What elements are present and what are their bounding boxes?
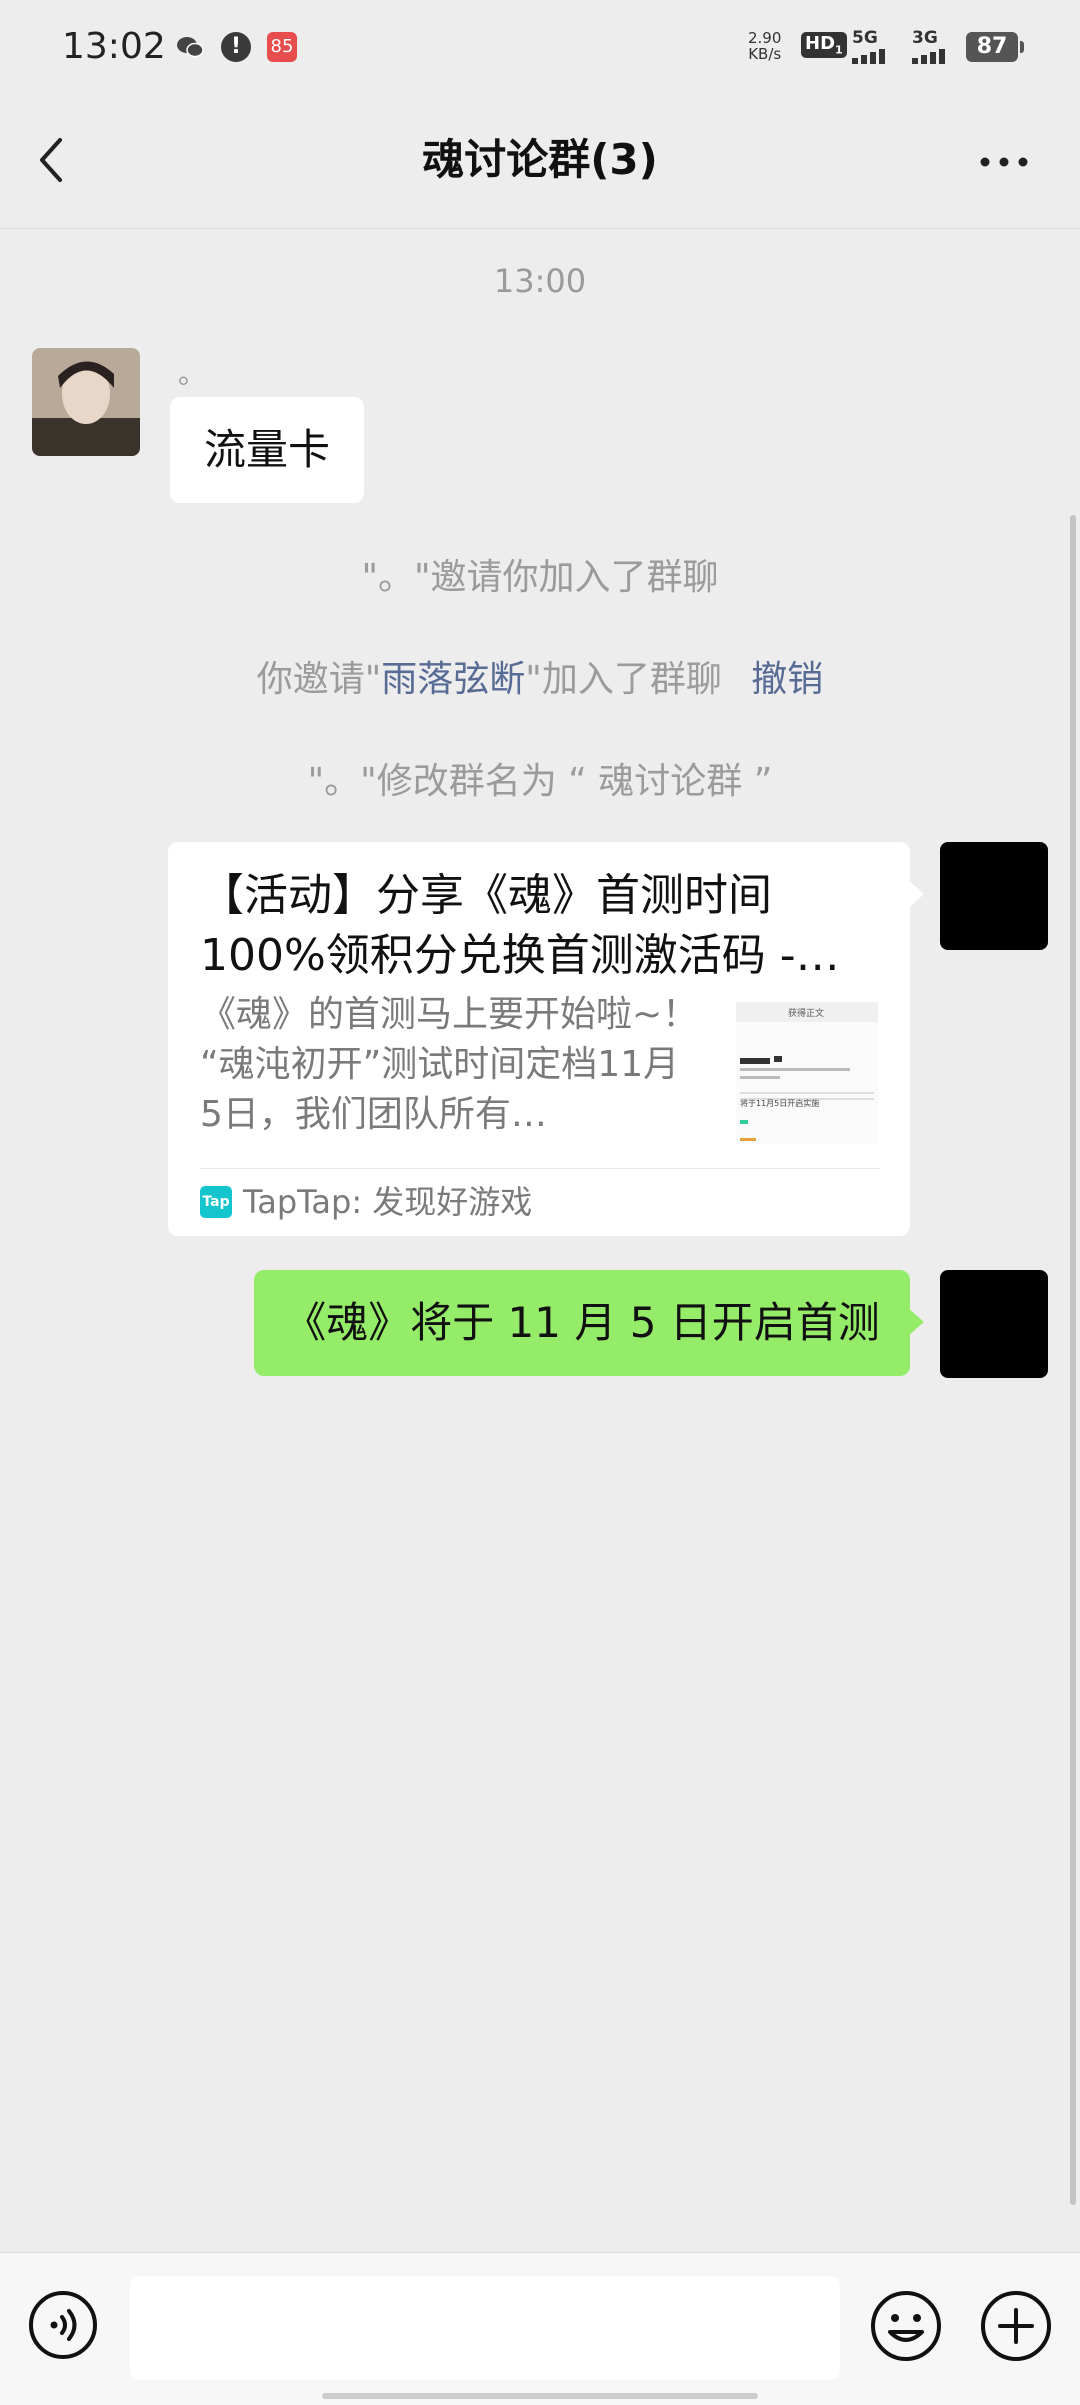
signal-5g-label: 5G — [852, 28, 878, 48]
emoji-icon — [871, 2291, 941, 2361]
emoji-button[interactable] — [870, 2290, 942, 2362]
chat-title: 魂讨论群(3) — [422, 135, 658, 184]
system-message-you-invited: 你邀请"雨落弦断"加入了群聊 撤销 — [0, 650, 1080, 702]
hd-label: HD — [805, 33, 836, 54]
card-bubble-arrow — [908, 880, 924, 908]
hd-sub: 1 — [835, 43, 843, 57]
wechat-notification-icon — [175, 32, 205, 62]
chat-scrollbar[interactable] — [1070, 515, 1076, 2205]
incoming-message-bubble[interactable]: 流量卡 — [170, 397, 365, 503]
home-indicator[interactable] — [322, 2393, 758, 2399]
invited-user-link[interactable]: 雨落弦断 — [381, 659, 525, 700]
network-speed: 2.90 KB/s — [748, 30, 781, 62]
app-notification-icon: 85 — [267, 32, 297, 62]
card-title: 【活动】分享《魂》首测时间100%领积分兑换首测激活码 -… — [200, 870, 840, 981]
more-options-button[interactable] — [975, 140, 1035, 180]
battery-icon: 87 — [966, 32, 1024, 62]
taptap-logo-icon: Tap — [200, 1186, 232, 1218]
thumbnail-title: 获得正文 — [788, 1009, 825, 1019]
my-avatar[interactable] — [940, 842, 1048, 950]
network-speed-value: 2.90 — [748, 29, 782, 47]
card-description: 《魂》的首测马上要开始啦~！ “魂沌初开”测试时间定档11月5日，我们团队所有… — [200, 994, 699, 1135]
message-timestamp: 13:00 — [493, 262, 587, 300]
system-text-prefix: 你邀请" — [256, 659, 382, 700]
thumbnail-preview-icon — [736, 1002, 878, 1144]
outgoing-bubble-arrow — [908, 1308, 924, 1336]
network-speed-unit: KB/s — [748, 45, 782, 63]
sender-name: 。 — [178, 357, 207, 390]
revoke-link[interactable]: 撤销 — [751, 659, 823, 700]
outgoing-message-bubble[interactable]: 《魂》将于 11 月 5 日开启首测 — [254, 1270, 910, 1376]
voice-icon — [29, 2291, 97, 2359]
system-message-rename: "。"修改群名为 “ 魂讨论群 ” — [307, 761, 773, 802]
card-thumbnail: 获得正文 将于11月5日开启实施 — [736, 1002, 878, 1144]
card-divider — [200, 1168, 880, 1169]
my-avatar-2[interactable] — [940, 1270, 1048, 1378]
signal-3g-label: 3G — [912, 28, 938, 48]
thumbnail-line: 将于11月5日开启实施 — [740, 1099, 820, 1108]
hd-voice-badge: HD1 — [801, 32, 847, 58]
avatar-photo-icon — [32, 348, 140, 456]
alert-icon: ! — [221, 32, 251, 62]
header-divider — [0, 228, 1080, 229]
plus-icon — [981, 2291, 1051, 2361]
sender-avatar[interactable] — [32, 348, 140, 456]
card-source: TapTap: 发现好游戏 — [243, 1183, 533, 1221]
signal-3g-icon: 3G — [912, 28, 945, 64]
signal-5g-icon: 5G — [852, 28, 885, 64]
more-dots-icon — [980, 157, 1028, 167]
message-input[interactable] — [130, 2276, 840, 2380]
status-time: 13:02 — [62, 26, 166, 67]
system-text-suffix: "加入了群聊 — [525, 659, 722, 700]
voice-input-button[interactable] — [28, 2290, 98, 2360]
more-functions-button[interactable] — [980, 2290, 1052, 2362]
system-message-invite: "。"邀请你加入了群聊 — [361, 557, 719, 598]
